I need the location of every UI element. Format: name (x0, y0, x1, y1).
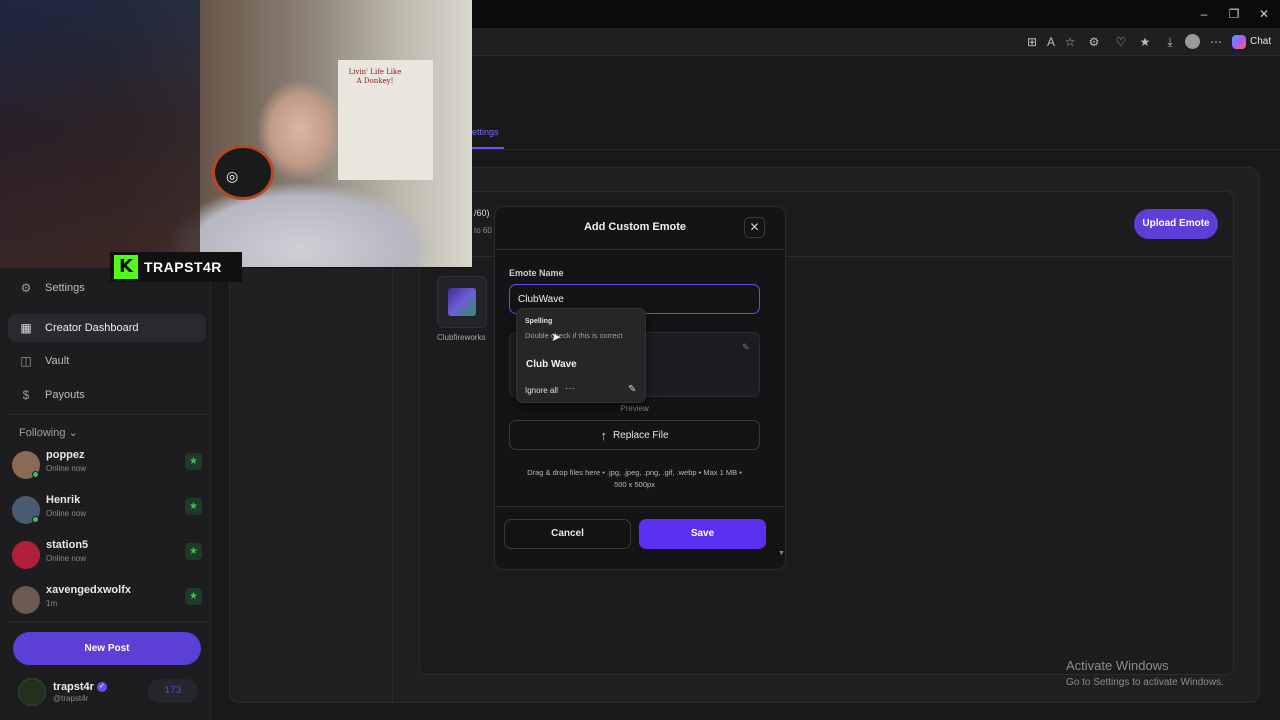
sidebar-item-label: Vault (45, 355, 70, 367)
upload-arrow-icon: ↑ (600, 427, 607, 443)
follower-status: Online now (46, 464, 87, 473)
mouse-cursor-icon: ➤ (551, 330, 562, 344)
edit-icon[interactable]: ✎ (742, 342, 750, 353)
follower-name: xavengedxwolfx (46, 584, 131, 596)
webcam-background (0, 0, 200, 268)
favorites-icon[interactable]: ★ (1137, 34, 1153, 50)
user-avatar[interactable] (18, 678, 46, 706)
spelling-title: Spelling (525, 318, 553, 325)
star-icon[interactable]: ★ (185, 498, 202, 515)
emote-name: Clubfireworks (437, 333, 486, 342)
copilot-icon (1232, 35, 1246, 49)
user-name: trapst4r (53, 681, 94, 693)
profile-avatar[interactable] (1185, 34, 1200, 49)
dashboard-icon: ▦ (20, 321, 32, 335)
sidebar-item-label: Payouts (45, 389, 85, 401)
poster-text: Livin' Life Like A Donkey! (348, 68, 402, 85)
app-available-icon[interactable]: ⊞ (1024, 34, 1040, 50)
activate-windows-title: Activate Windows (1066, 658, 1169, 673)
online-indicator (32, 516, 39, 523)
replace-file-label: Replace File (612, 429, 669, 441)
dollar-icon: $ (22, 388, 30, 402)
vault-icon: ◫ (20, 354, 32, 368)
gear-icon: ⚙ (20, 281, 32, 295)
follower-status: 1m (46, 599, 58, 608)
upload-emote-button[interactable]: Upload Emote (1134, 209, 1218, 239)
sidebar-item-vault[interactable]: ◫ Vault (8, 347, 206, 375)
streamer-badge: K TRAPST4R (110, 252, 242, 282)
tab-settings[interactable]: ettings (472, 127, 499, 137)
close-window-button[interactable]: ✕ (1256, 6, 1272, 22)
new-post-button[interactable]: New Post (13, 632, 201, 665)
star-icon[interactable]: ★ (185, 453, 202, 470)
user-handle: @trapst4r (53, 694, 89, 703)
spelling-subtitle: Double check if this is correct (525, 331, 623, 340)
ignore-all-button[interactable]: Ignore all (525, 386, 558, 395)
modal-divider (495, 249, 785, 250)
close-icon[interactable]: ✕ (744, 217, 765, 238)
favorite-star-icon[interactable]: ☆ (1062, 34, 1078, 50)
more-menu-icon[interactable]: ⋯ (1208, 34, 1224, 50)
online-indicator (32, 471, 39, 478)
browser-essentials-icon[interactable]: ♡ (1113, 34, 1129, 50)
kick-logo-icon: K (114, 255, 138, 279)
sidebar-item-creator-dashboard[interactable]: ▦ Creator Dashboard (8, 314, 206, 342)
downloads-icon[interactable]: ⤓ (1162, 34, 1178, 50)
drop-hint: Drag & drop files here • .jpg, .jpeg, .p… (509, 467, 760, 491)
headset-logo-icon: ◎ (226, 168, 239, 184)
headset (212, 145, 274, 200)
sidebar-divider (8, 414, 206, 415)
minimize-button[interactable]: – (1196, 6, 1212, 22)
emote-thumbnail[interactable] (437, 276, 487, 328)
drop-hint-line: 500 x 500px (614, 480, 655, 489)
sidebar-item-label: Settings (45, 282, 85, 294)
spelling-suggestion[interactable]: Club Wave (526, 359, 577, 370)
more-options-icon[interactable]: ··· (565, 383, 575, 394)
sidebar-divider (8, 621, 206, 622)
following-item[interactable]: Henrik Online now ★ (12, 494, 202, 526)
edit-dictionary-icon[interactable]: ✎ (628, 384, 636, 395)
restore-button[interactable]: ❐ (1226, 6, 1242, 22)
chat-label: Chat (1250, 36, 1272, 47)
modal-title: Add Custom Emote (583, 221, 687, 233)
following-item[interactable]: poppez Online now ★ (12, 449, 202, 481)
modal-divider (495, 506, 785, 507)
cancel-button[interactable]: Cancel (504, 519, 631, 549)
drop-hint-line: Drag & drop files here • .jpg, .jpeg, .p… (527, 468, 742, 477)
star-icon[interactable]: ★ (185, 588, 202, 605)
read-aloud-icon[interactable]: A (1043, 34, 1059, 50)
activate-windows-subtitle: Go to Settings to activate Windows. (1066, 677, 1224, 688)
copilot-chat-button[interactable]: Chat (1232, 33, 1271, 51)
follower-name: station5 (46, 539, 89, 551)
avatar (12, 586, 40, 614)
follower-status: Online now (46, 509, 87, 518)
verified-badge-icon: ✓ (97, 682, 107, 692)
points-badge[interactable]: 173 (148, 679, 198, 703)
scroll-down-icon[interactable]: ▼ (778, 550, 785, 557)
streamer-name: TRAPST4R (144, 259, 222, 275)
avatar (12, 541, 40, 569)
sidebar-item-payouts[interactable]: $ Payouts (8, 381, 206, 409)
emote-name-label: Emote Name (509, 268, 564, 278)
follower-status: Online now (46, 554, 87, 563)
following-toggle[interactable]: Following ⌄ (19, 426, 78, 439)
follower-name: poppez (46, 449, 85, 461)
emote-count-subtitle: to 60 (474, 226, 492, 235)
following-item[interactable]: station5 Online now ★ (12, 539, 202, 571)
subnav-divider (392, 260, 393, 703)
webcam-overlay: Livin' Life Like A Donkey! ◎ (0, 0, 472, 268)
replace-file-button[interactable]: ↑ Replace File (509, 420, 760, 450)
following-item[interactable]: xavengedxwolfx 1m ★ (12, 584, 202, 616)
extensions-icon[interactable]: ⚙ (1086, 34, 1102, 50)
emote-image (448, 288, 476, 316)
follower-name: Henrik (46, 494, 81, 506)
preview-label: Preview (620, 404, 649, 413)
sidebar-item-label: Creator Dashboard (45, 322, 139, 334)
save-button[interactable]: Save (639, 519, 766, 549)
star-icon[interactable]: ★ (185, 543, 202, 560)
emote-count: /60) (474, 208, 490, 218)
